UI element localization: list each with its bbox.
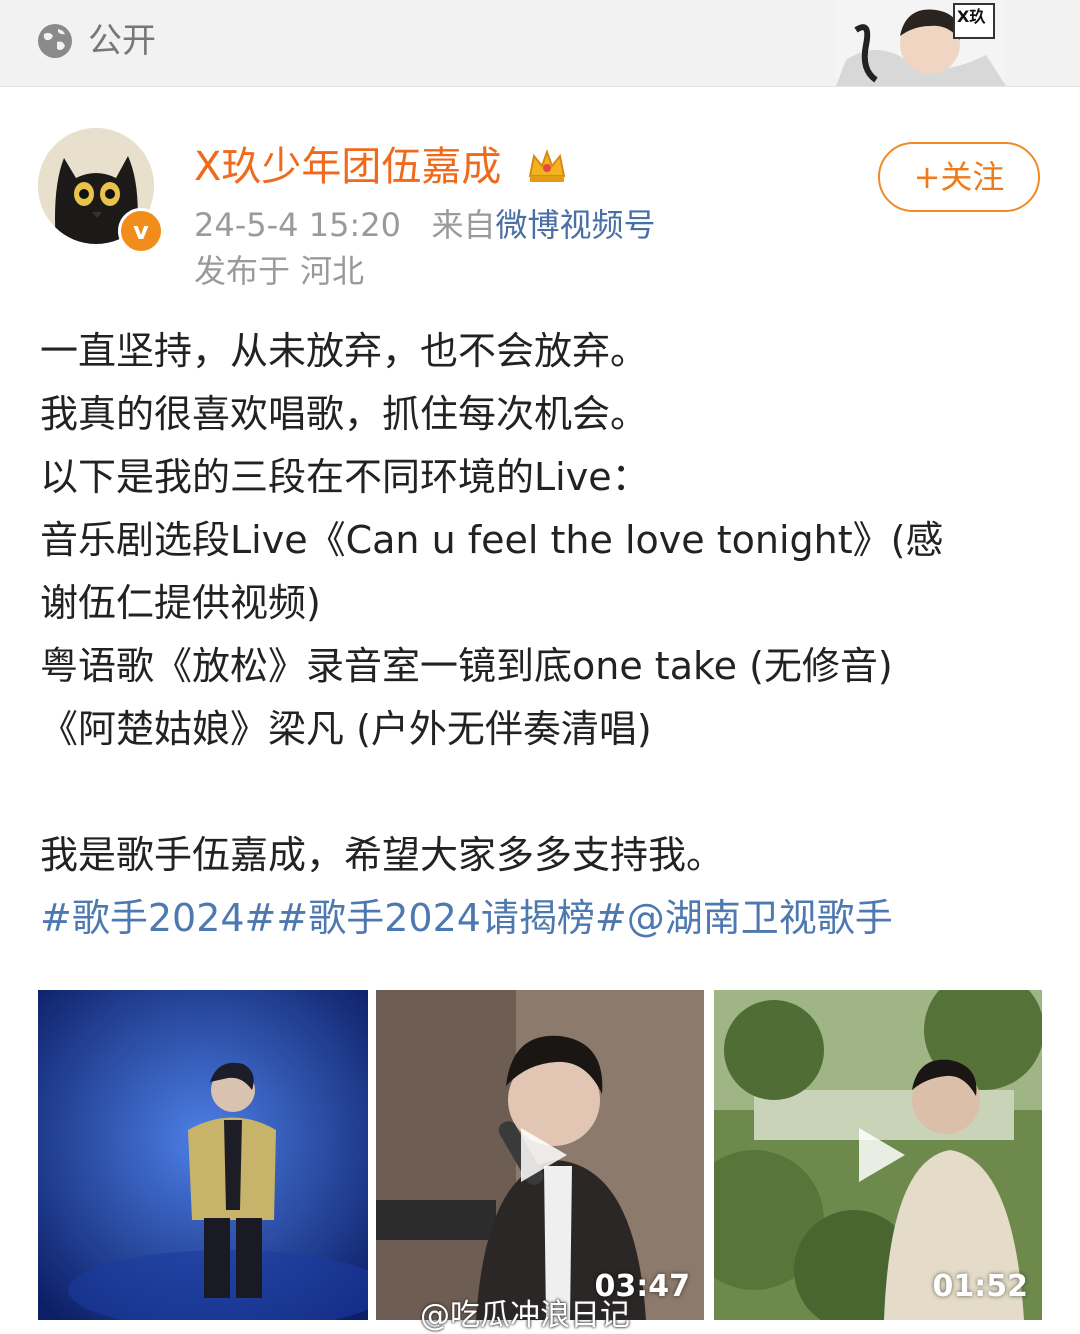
media-thumbnail-1[interactable]: [38, 990, 368, 1320]
hashtag-links[interactable]: #歌手2024##歌手2024请揭榜#@湖南卫视歌手: [40, 887, 1050, 950]
post-line: 我是歌手伍嘉成，希望大家多多支持我。: [40, 833, 725, 877]
author-name[interactable]: X玖少年团伍嘉成: [194, 142, 501, 192]
play-icon[interactable]: [841, 1118, 915, 1192]
post-line: 以下是我的三段在不同环境的Live：: [40, 455, 650, 499]
post-timestamp: 24-5-4 15:20: [194, 206, 401, 244]
post-meta: 24-5-4 15:20 来自微博视频号: [194, 204, 655, 246]
globe-icon: [38, 24, 72, 58]
post-line: 我真的很喜欢唱歌，抓住每次机会。: [40, 392, 649, 436]
post-content: 一直坚持，从未放弃，也不会放弃。 我真的很喜欢唱歌，抓住每次机会。 以下是我的三…: [40, 320, 1050, 950]
post-line: 谢伍仁提供视频): [40, 581, 321, 625]
post-line: 一直坚持，从未放弃，也不会放弃。: [40, 329, 649, 373]
svg-text:X玖: X玖: [957, 7, 986, 26]
verified-badge: v: [118, 208, 164, 254]
visibility-label[interactable]: 公开: [88, 18, 156, 64]
post-location: 发布于 河北: [194, 252, 365, 290]
media-duration: 01:52: [932, 1269, 1029, 1304]
post-source-link[interactable]: 微博视频号: [495, 206, 655, 244]
top-bar: 公开 X玖: [0, 0, 1080, 87]
source-prefix: 来自: [431, 206, 496, 244]
media-thumbnail-3[interactable]: 01:52: [714, 990, 1042, 1320]
play-icon[interactable]: [503, 1118, 577, 1192]
watermark-text: @吃瓜冲浪日记: [420, 1298, 630, 1333]
post-line: 《阿楚姑娘》梁凡 (户外无伴奏清唱): [40, 707, 652, 751]
media-thumbnail-2[interactable]: 03:47: [376, 990, 704, 1320]
follow-button[interactable]: +关注: [878, 142, 1040, 212]
post-line: 粤语歌《放松》录音室一镜到底one take (无修音): [40, 644, 893, 688]
profile-banner-image: X玖: [836, 0, 1006, 86]
post-line: 音乐剧选段Live《Can u feel the love tonight》(感: [40, 518, 944, 562]
crown-icon: [528, 149, 566, 182]
post-line-blank: [40, 761, 1050, 824]
